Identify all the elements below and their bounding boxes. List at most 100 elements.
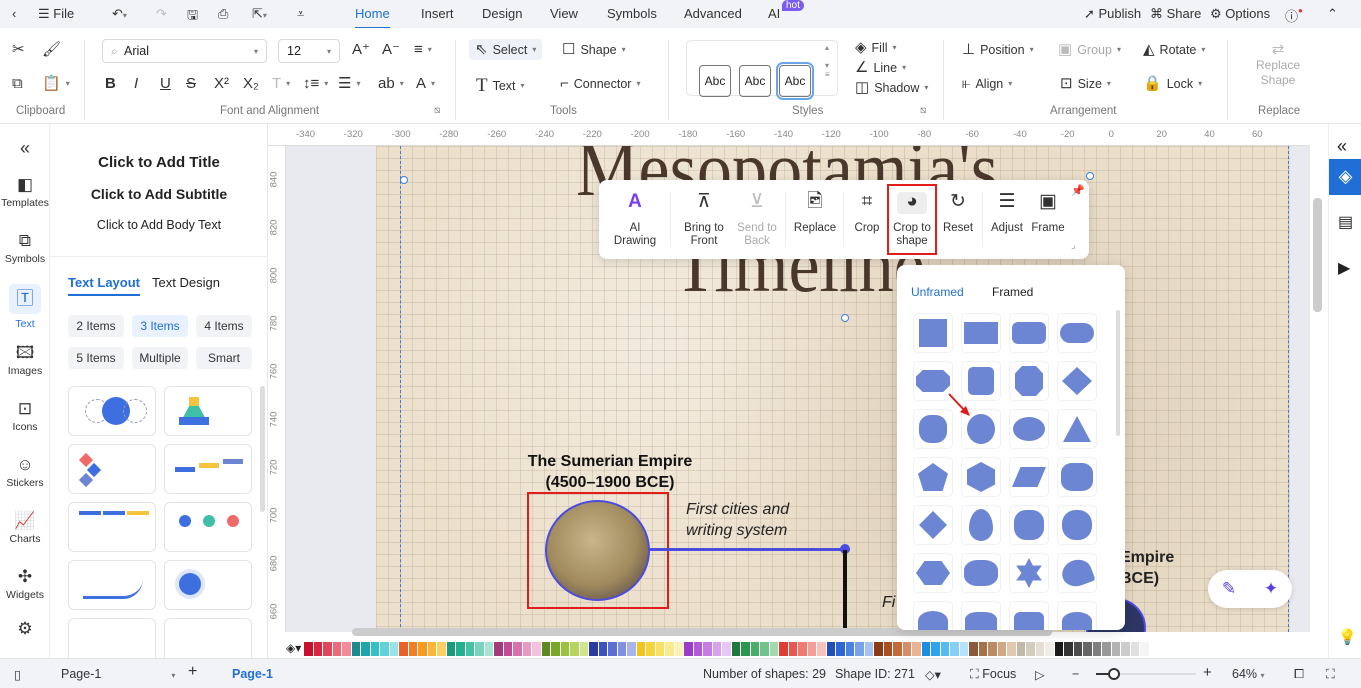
rotate-button[interactable]: ◭ Rotate ▾	[1143, 42, 1205, 57]
color-swatch[interactable]	[1035, 642, 1044, 656]
back-icon[interactable]: ‹	[12, 6, 16, 21]
save-icon[interactable]: 🖫	[187, 6, 198, 28]
undo-icon[interactable]: ↶▾	[112, 6, 127, 22]
template-card[interactable]	[68, 560, 156, 610]
bold-icon[interactable]: B	[105, 76, 116, 91]
shape-option-pill[interactable]	[1057, 313, 1097, 353]
template-card[interactable]	[68, 618, 156, 658]
paste-icon[interactable]: 📋 ▾	[42, 76, 70, 91]
color-swatch[interactable]	[864, 642, 873, 656]
color-swatch[interactable]	[361, 642, 370, 656]
shape-option-diamond-small[interactable]	[913, 505, 953, 545]
lock-button[interactable]: 🔒 Lock ▾	[1143, 76, 1202, 91]
template-card[interactable]	[164, 444, 252, 494]
sidebar-item-icons[interactable]: ⊡ Icons	[0, 400, 50, 433]
superscript-icon[interactable]: X²	[214, 76, 229, 91]
fill-button[interactable]: ◈ Fill ▾	[855, 40, 897, 55]
color-swatch[interactable]	[741, 642, 750, 656]
shape-option-ellipse[interactable]	[1009, 409, 1049, 449]
color-swatch[interactable]	[817, 642, 826, 656]
color-swatch[interactable]	[370, 642, 379, 656]
color-swatch[interactable]	[408, 642, 417, 656]
chip-2-items[interactable]: 2 Items	[68, 315, 124, 337]
style-preset-3[interactable]: Abc	[776, 62, 814, 100]
align-button[interactable]: ⫦ Align ▾	[962, 76, 1012, 91]
print-icon[interactable]: ⎙	[218, 6, 228, 22]
color-swatch[interactable]	[931, 642, 940, 656]
collapse-sidebar-icon[interactable]: «	[0, 138, 50, 159]
color-swatch[interactable]	[988, 642, 997, 656]
page-select[interactable]: Page-1 ▾	[61, 667, 175, 681]
color-swatch[interactable]	[456, 642, 465, 656]
shape-option-arch4[interactable]	[1057, 601, 1097, 630]
resize-corner-icon[interactable]: ⌟	[1071, 240, 1076, 251]
color-swatch[interactable]	[513, 642, 522, 656]
shape-option-badge[interactable]	[1009, 505, 1049, 545]
sidebar-item-charts[interactable]: 📈 Charts	[0, 512, 50, 545]
color-swatch[interactable]	[313, 642, 322, 656]
color-swatch[interactable]	[940, 642, 949, 656]
font-color-icon[interactable]: A ▾	[416, 76, 435, 91]
color-swatch[interactable]	[1102, 642, 1111, 656]
color-swatch[interactable]	[380, 642, 389, 656]
color-swatch[interactable]	[1083, 642, 1092, 656]
collapse-ribbon-icon[interactable]: ⌃	[1327, 6, 1338, 22]
page-tab[interactable]: Page-1	[232, 667, 273, 681]
tab-design[interactable]: Design	[482, 6, 522, 21]
underline-icon[interactable]: U	[160, 76, 171, 91]
shape-option-diamond[interactable]	[1057, 361, 1097, 401]
copy-icon[interactable]: ⧉	[12, 76, 23, 91]
text-button[interactable]: T Text ▾	[476, 76, 525, 95]
color-swatch[interactable]	[636, 642, 645, 656]
presentation-icon[interactable]: ▶	[1338, 258, 1350, 278]
shape-option-arch3[interactable]	[1009, 601, 1049, 630]
empire-2-title[interactable]: Empire BCE)	[1120, 547, 1174, 589]
sidebar-item-templates[interactable]: ◧ Templates	[0, 176, 50, 209]
shape-button[interactable]: ☐ Shape ▾	[562, 42, 626, 57]
strikethrough-icon[interactable]: S	[186, 76, 196, 91]
color-swatch[interactable]	[589, 642, 598, 656]
tab-home[interactable]: Home	[355, 6, 390, 29]
font-family-select[interactable]: ⌕ Arial ▾	[102, 39, 267, 63]
shape-option-rounded-rect[interactable]	[1009, 313, 1049, 353]
color-swatch[interactable]	[959, 642, 968, 656]
sidebar-item-images[interactable]: 🖾 Images	[0, 344, 50, 377]
select-button[interactable]: ⇖ Select ▾	[469, 39, 543, 60]
color-swatch[interactable]	[532, 642, 541, 656]
shape-option-flower[interactable]	[1057, 505, 1097, 545]
replace-button[interactable]: 🖻 Replace	[792, 192, 838, 235]
template-card[interactable]	[164, 618, 252, 658]
fill-bucket-icon[interactable]: ◈▾	[286, 641, 301, 655]
shape-option-hexagon[interactable]	[961, 457, 1001, 497]
color-swatch[interactable]	[693, 642, 702, 656]
color-swatch[interactable]	[722, 642, 731, 656]
tab-view[interactable]: View	[550, 6, 578, 21]
tab-unframed[interactable]: Unframed	[911, 285, 964, 299]
sidebar-item-stickers[interactable]: ☺ Stickers	[0, 456, 50, 489]
fit-page-icon[interactable]: ⧠	[1294, 667, 1304, 682]
chip-4-items[interactable]: 4 Items	[196, 315, 252, 337]
color-swatch[interactable]	[399, 642, 408, 656]
position-button[interactable]: ⊥ Position ▾	[962, 42, 1034, 57]
size-button[interactable]: ⊡ Size ▾	[1060, 76, 1111, 91]
shape-option-arch1[interactable]	[913, 601, 953, 630]
color-swatch[interactable]	[1130, 642, 1139, 656]
template-card[interactable]	[68, 386, 156, 436]
color-swatch[interactable]	[342, 642, 351, 656]
color-swatch[interactable]	[1026, 642, 1035, 656]
color-swatch[interactable]	[579, 642, 588, 656]
publish-button[interactable]: ➚ Publish	[1084, 6, 1141, 22]
shape-option-cloud[interactable]	[961, 553, 1001, 593]
color-swatch[interactable]	[570, 642, 579, 656]
color-swatch[interactable]	[655, 642, 664, 656]
color-swatch[interactable]	[779, 642, 788, 656]
send-to-back-button[interactable]: ⊻ Send to Back	[733, 192, 781, 248]
pin-icon[interactable]: 📌	[1071, 184, 1085, 197]
template-card[interactable]	[164, 502, 252, 552]
sidebar-item-text[interactable]: 🅃 Text	[0, 284, 50, 330]
color-swatch[interactable]	[712, 642, 721, 656]
format-painter-icon[interactable]: 🖌	[42, 42, 61, 57]
replace-shape-button[interactable]: ⇄ Replace Shape	[1250, 42, 1306, 88]
tab-framed[interactable]: Framed	[992, 285, 1033, 299]
color-swatch[interactable]	[921, 642, 930, 656]
